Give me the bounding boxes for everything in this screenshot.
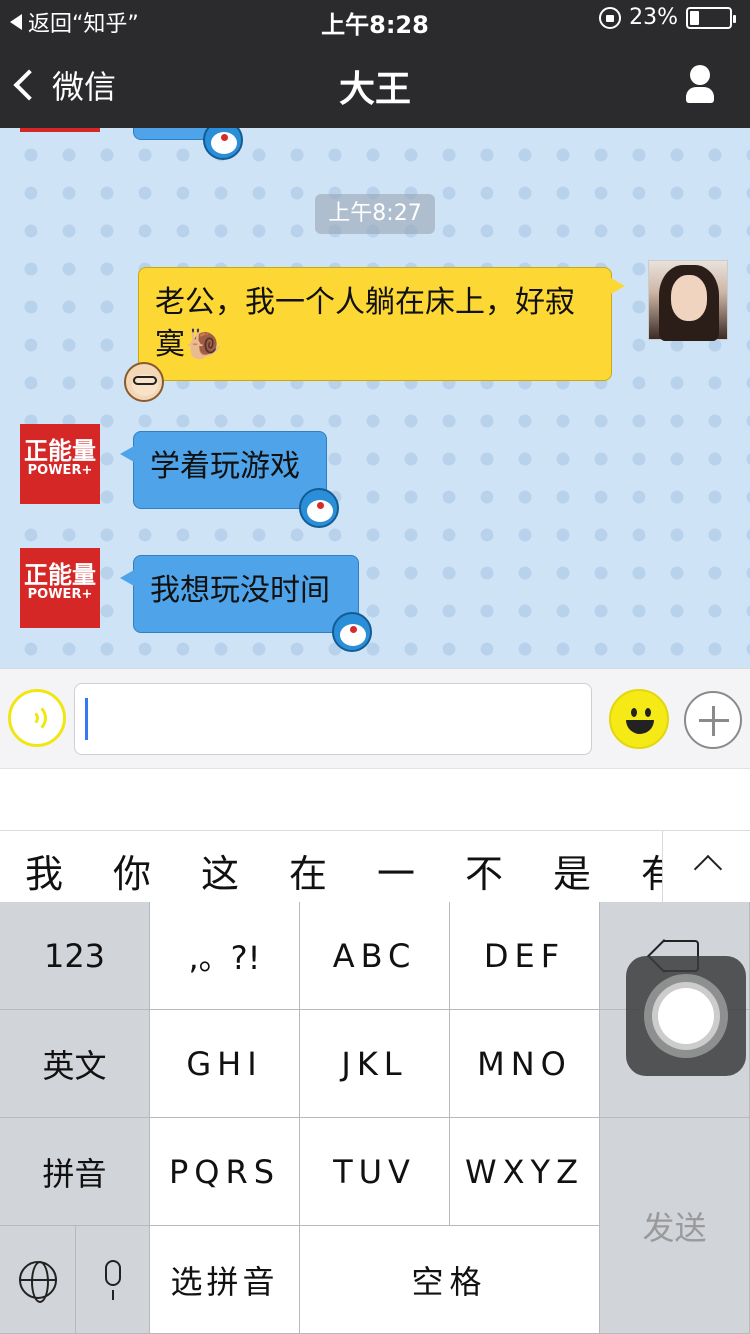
avatar-face (671, 275, 707, 321)
key-english[interactable]: 英文 (0, 1010, 150, 1118)
person-body (686, 87, 714, 103)
doraemon-sticker-icon (203, 128, 243, 160)
sticker-nose (317, 502, 324, 509)
key-ghi[interactable]: GHI (150, 1010, 300, 1118)
sender-avatar[interactable]: 正能量 POWER+ (20, 424, 100, 504)
sticker-nose (350, 626, 357, 633)
bubble-tail (120, 570, 134, 586)
input-bar (0, 668, 750, 768)
key-pinyin[interactable]: 拼音 (0, 1118, 150, 1226)
snail-emoji-icon: 🐌 (185, 327, 223, 362)
chat-timestamp: 上午8:27 (315, 194, 435, 234)
candidate-word[interactable]: 你 (102, 843, 162, 898)
expand-candidates-button[interactable] (662, 831, 750, 902)
self-avatar[interactable] (648, 260, 728, 341)
candidate-word[interactable]: 是 (542, 843, 602, 898)
assistive-touch-button[interactable] (626, 956, 746, 1076)
emoji-mouth (626, 720, 654, 734)
candidate-bar: 我 你 这 在 一 不 是 有 (0, 830, 750, 902)
microphone-icon (103, 1259, 123, 1300)
key-mno[interactable]: MNO (450, 1010, 600, 1118)
message-bubble-self[interactable]: 老公，我一个人躺在床上，好寂寞🐌 (138, 267, 625, 381)
mic-capsule (104, 1259, 121, 1286)
voice-icon[interactable] (8, 689, 66, 747)
candidate-word[interactable]: 一 (366, 843, 426, 898)
keyboard-spacer (0, 768, 750, 830)
candidate-word[interactable]: 我 (14, 843, 74, 898)
message-input[interactable] (74, 683, 592, 755)
globe-icon (18, 1260, 57, 1303)
emoji-eye (631, 708, 637, 717)
doraemon-sticker-icon (332, 612, 372, 652)
avatar-text-big: 正能量 (24, 437, 96, 465)
assistive-core (658, 988, 714, 1044)
candidate-word[interactable]: 这 (190, 843, 250, 898)
key-wxyz[interactable]: WXYZ (450, 1118, 600, 1226)
chat-title: 大王 (338, 69, 411, 110)
key-123[interactable]: 123 (0, 902, 150, 1010)
space-key[interactable]: 空格 (300, 1226, 600, 1334)
emoji-eye (645, 708, 651, 717)
top-bar: 返回“知乎” 上午8:28 23% 微信 大王 (0, 0, 750, 128)
battery-icon (686, 6, 736, 29)
key-punctuation[interactable]: ,。?! (150, 902, 300, 1010)
bubble-tail (611, 278, 625, 294)
doraemon-sticker-icon (299, 488, 339, 528)
mic-stand (111, 1289, 114, 1300)
key-pqrs[interactable]: PQRS (150, 1118, 300, 1226)
globe-key[interactable] (0, 1226, 76, 1334)
bubble-tail (120, 446, 134, 462)
key-abc[interactable]: ABC (300, 902, 450, 1010)
message-bubble-other[interactable]: 我想玩没时间 (120, 555, 359, 633)
message-text: 学着玩游戏 (150, 449, 300, 484)
mic-key[interactable] (76, 1226, 150, 1334)
plus-icon[interactable] (684, 691, 742, 749)
chat-area[interactable]: 上午8:27 老公，我一个人躺在床上，好寂寞🐌 正能量 POWER+ 学着玩游戏… (0, 128, 750, 668)
send-key[interactable]: 发送 (600, 1118, 750, 1334)
sender-avatar[interactable]: 正能量 POWER+ (20, 548, 100, 628)
chevron-up-icon (693, 854, 723, 884)
message-bubble-other[interactable]: 学着玩游戏 (120, 431, 327, 509)
battery-percent: 23% (629, 5, 678, 30)
person-head (690, 65, 710, 85)
candidate-word[interactable]: 在 (278, 843, 338, 898)
key-jkl[interactable]: JKL (300, 1010, 450, 1118)
candidate-word[interactable]: 不 (454, 843, 514, 898)
voice-arc (17, 703, 47, 733)
status-bar: 返回“知乎” 上午8:28 23% (0, 0, 750, 40)
nobita-sticker-icon (124, 362, 164, 402)
key-tuv[interactable]: TUV (300, 1118, 450, 1226)
avatar-text-big: 正能量 (24, 561, 96, 589)
avatar-text-small: POWER+ (27, 463, 93, 478)
avatar-text-small: POWER+ (27, 587, 93, 602)
sticker-nose (221, 134, 228, 141)
battery-fill (690, 10, 699, 25)
rotation-lock-icon (599, 6, 622, 29)
select-pinyin-key[interactable]: 选拼音 (150, 1226, 300, 1334)
sticker-glasses (133, 376, 157, 385)
text-caret (85, 698, 88, 740)
avatar-clipped[interactable] (20, 128, 100, 132)
emoji-icon[interactable] (609, 689, 669, 749)
status-right: 23% (599, 5, 736, 30)
message-text: 我想玩没时间 (150, 573, 330, 608)
key-def[interactable]: DEF (450, 902, 600, 1010)
person-icon[interactable] (686, 65, 714, 103)
